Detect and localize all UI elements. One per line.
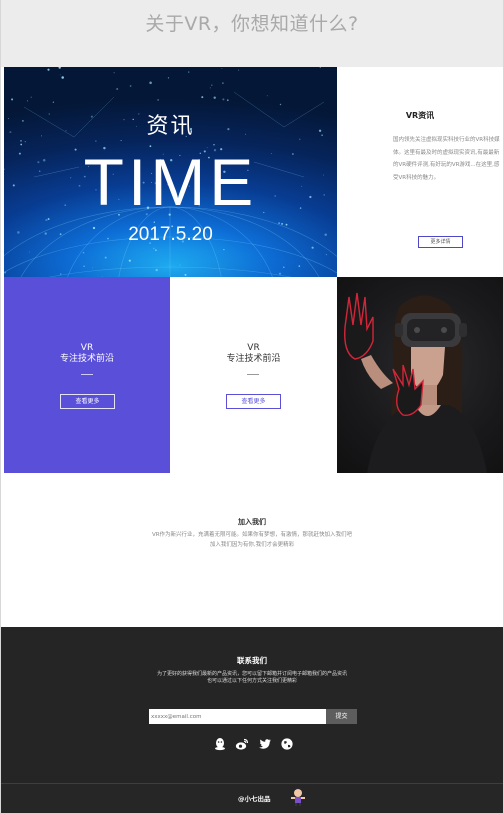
card-subtitle: 专注技术前沿 (59, 354, 114, 364)
credit-text: @小七出品 (238, 795, 271, 803)
submit-button[interactable]: 提交 (326, 709, 357, 724)
vr-user-illustration (344, 292, 487, 473)
join-us-section: 加入我们 VR作为新兴行业，充满着无限可能。如果你有梦想，有激情，那就赶快加入我… (1, 473, 503, 627)
social-links (213, 736, 294, 751)
news-title: VR资讯 (405, 111, 435, 120)
contact-us-line-2: 也可以通过以下任何方式关注我们更精彩 (206, 678, 297, 684)
contact-us-title: 联系我们 (237, 656, 267, 665)
page-title: 关于VR，你想知道什么? (145, 13, 359, 35)
more-details-button[interactable]: 更多详情 (418, 236, 463, 248)
join-us-line-2: 加入我们因为有你,我们才会更精彩 (209, 542, 295, 548)
hero-date: 2017.5.20 (128, 224, 213, 245)
card-vr-tech-purple: VR 专注技术前沿 查看更多 (4, 277, 170, 473)
vr-headset-photo (337, 277, 503, 473)
hero-banner: 资讯 TIME 2017.5.20 (4, 67, 337, 277)
globe-icon[interactable] (280, 736, 294, 750)
header: 关于VR，你想知道什么? (1, 0, 503, 67)
email-field[interactable] (149, 709, 326, 724)
page: 关于VR，你想知道什么? 资讯 TIME 2017.5.20 VR资讯 国内领先… (0, 0, 504, 813)
view-more-button[interactable]: 查看更多 (226, 394, 281, 409)
qq-icon[interactable] (213, 736, 227, 751)
hero-big-title: TIME (83, 145, 258, 219)
news-text: 国内领先关注虚拟现实科技行业的VR科技媒体。这里有最及时的虚拟现实资讯,有最最新… (393, 137, 500, 181)
weibo-icon[interactable] (235, 736, 249, 750)
hero-small-title: 资讯 (146, 114, 195, 139)
twitter-icon[interactable] (258, 736, 272, 750)
view-more-button[interactable]: 查看更多 (60, 394, 115, 409)
card-heading: VR (247, 343, 260, 353)
contact-us-text: 为了更好的获得我们最新的产品资讯，您可以留下邮箱并订阅电子邮箱我们的产品资讯 也… (121, 671, 383, 685)
join-us-text: VR作为新兴行业，充满着无限可能。如果你有梦想，有激情，那就赶快加入我们吧 加入… (131, 530, 373, 550)
card-heading: VR (80, 343, 94, 353)
card-divider (247, 374, 259, 375)
footer-bottom-bar: @小七出品 (1, 783, 503, 813)
join-us-title: 加入我们 (238, 518, 266, 526)
card-divider (81, 374, 93, 375)
footer: 联系我们 为了更好的获得我们最新的产品资讯，您可以留下邮箱并订阅电子邮箱我们的产… (1, 627, 503, 813)
card-vr-tech-white: VR 专注技术前沿 查看更多 (170, 277, 337, 473)
card-subtitle: 专注技术前沿 (226, 354, 281, 364)
mascot-icon (288, 786, 308, 806)
join-us-line-1: VR作为新兴行业，充满着无限可能。如果你有梦想，有激情，那就赶快加入我们吧 (151, 532, 353, 538)
contact-us-line-1: 为了更好的获得我们最新的产品资讯，您可以留下邮箱并订阅电子邮箱我们的产品资讯 (156, 671, 347, 677)
